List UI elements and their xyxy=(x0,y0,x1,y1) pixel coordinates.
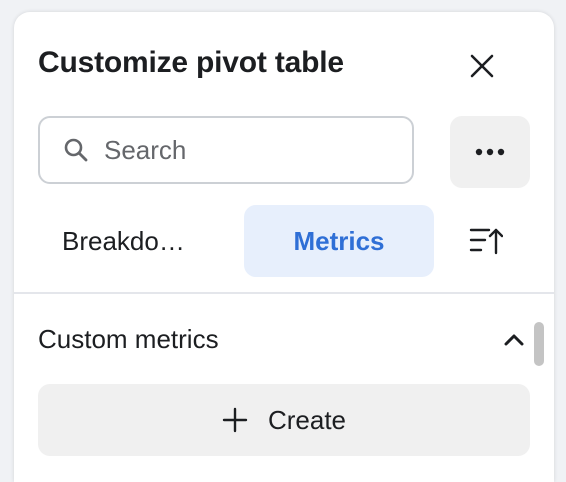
tab-breakdowns[interactable]: Breakdo… xyxy=(38,205,228,277)
tab-breakdowns-label: Breakdo… xyxy=(62,225,185,256)
sort-ascending-icon xyxy=(469,228,503,255)
plus-icon xyxy=(222,407,248,433)
more-options-button[interactable] xyxy=(450,116,530,188)
chevron-up-icon xyxy=(504,334,524,346)
panel-title: Customize pivot table xyxy=(38,46,344,79)
search-field[interactable] xyxy=(38,116,414,184)
panel-header: Customize pivot table Search Breakdo… Me… xyxy=(14,12,554,292)
close-icon xyxy=(470,54,494,78)
customize-pivot-table-panel: Customize pivot table Search Breakdo… Me… xyxy=(14,12,554,482)
search-input[interactable] xyxy=(102,133,386,167)
collapse-section-button[interactable] xyxy=(500,326,528,354)
close-button[interactable] xyxy=(460,44,504,88)
search-icon xyxy=(62,136,90,164)
create-metric-button[interactable]: Create xyxy=(38,384,530,456)
custom-metrics-section: Custom metrics Create xyxy=(14,294,554,482)
create-button-label: Create xyxy=(267,404,347,435)
scrollbar-thumb[interactable] xyxy=(534,322,544,366)
tab-metrics[interactable]: Metrics xyxy=(244,205,434,277)
sort-button[interactable] xyxy=(466,221,506,261)
tab-metrics-label: Metrics xyxy=(293,225,385,256)
more-horizontal-icon xyxy=(475,148,505,156)
section-title: Custom metrics xyxy=(38,324,219,354)
